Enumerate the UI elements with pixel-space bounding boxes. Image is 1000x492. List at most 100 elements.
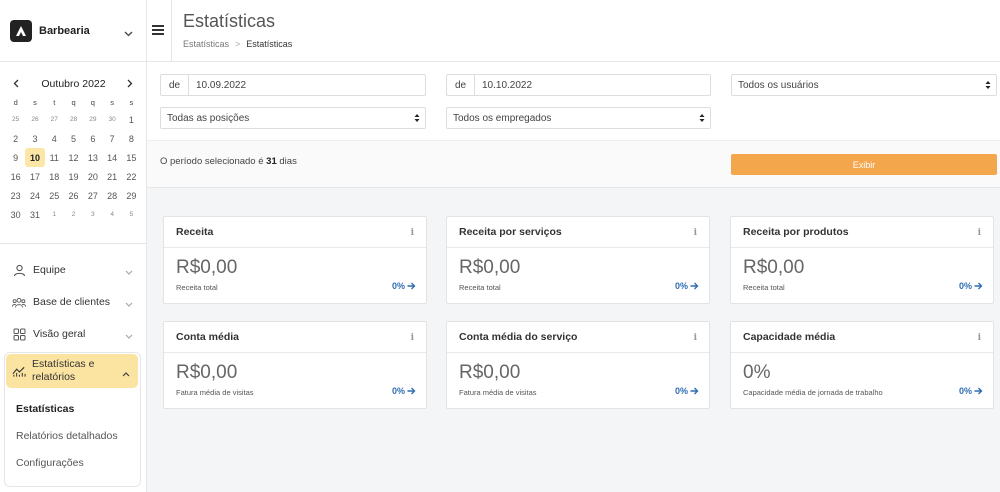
calendar-day[interactable]: 16 bbox=[6, 167, 25, 186]
calendar-day[interactable]: 3 bbox=[25, 129, 44, 148]
calendar-day[interactable]: 28 bbox=[102, 186, 121, 205]
calendar-month-label: Outubro 2022 bbox=[41, 78, 106, 90]
employees-select[interactable]: Todos os empregados bbox=[446, 107, 711, 129]
calendar-day[interactable]: 2 bbox=[64, 205, 83, 224]
info-icon[interactable]: i bbox=[411, 228, 414, 238]
calendar-day[interactable]: 13 bbox=[83, 148, 102, 167]
calendar-day[interactable]: 27 bbox=[83, 186, 102, 205]
calendar-day[interactable]: 31 bbox=[25, 205, 44, 224]
stat-card-title: Conta média bbox=[164, 322, 426, 353]
calendar-day[interactable]: 2 bbox=[6, 129, 25, 148]
calendar-day[interactable]: 17 bbox=[25, 167, 44, 186]
calendar-day[interactable]: 30 bbox=[102, 110, 121, 129]
calendar-day[interactable]: 25 bbox=[6, 110, 25, 129]
calendar-day[interactable]: 28 bbox=[64, 110, 83, 129]
calendar-day[interactable]: 1 bbox=[122, 110, 141, 129]
stat-card: Conta média i R$0,00 Fatura média de visita… bbox=[163, 321, 427, 409]
calendar-day[interactable]: 3 bbox=[83, 205, 102, 224]
nav-item-overview[interactable]: Visão geral bbox=[0, 318, 147, 350]
breadcrumb-item[interactable]: Estatísticas bbox=[183, 39, 229, 49]
users-select[interactable]: Todos os usuários bbox=[731, 74, 997, 96]
stat-card-change-link[interactable]: 0% bbox=[675, 281, 699, 291]
date-from-prefix: de bbox=[161, 75, 189, 95]
positions-select[interactable]: Todas as posições bbox=[160, 107, 426, 129]
stat-card: Capacidade média i 0% Capacidade média de j… bbox=[730, 321, 994, 409]
subnav-settings[interactable]: Configurações bbox=[16, 457, 84, 469]
calendar-day[interactable]: 20 bbox=[83, 167, 102, 186]
calendar-day[interactable]: 30 bbox=[6, 205, 25, 224]
subnav-detailed-reports[interactable]: Relatórios detalhados bbox=[16, 430, 118, 442]
stat-card: Receita por serviços i R$0,00 Receita total… bbox=[446, 216, 710, 304]
info-icon[interactable]: i bbox=[694, 228, 697, 238]
calendar-day[interactable]: 11 bbox=[45, 148, 64, 167]
chevron-down-icon bbox=[125, 266, 133, 278]
calendar-day[interactable]: 14 bbox=[102, 148, 121, 167]
calendar-day[interactable]: 21 bbox=[102, 167, 121, 186]
calendar-day[interactable]: 5 bbox=[64, 129, 83, 148]
select-arrows-icon bbox=[414, 113, 420, 126]
calendar-day[interactable]: 22 bbox=[122, 167, 141, 186]
calendar-day[interactable]: 29 bbox=[83, 110, 102, 129]
stat-card-value: R$0,00 bbox=[459, 257, 521, 278]
stat-card: Receita por produtos i R$0,00 Receita total… bbox=[730, 216, 994, 304]
weekday-label: s bbox=[129, 97, 134, 107]
stat-card-value: R$0,00 bbox=[459, 362, 521, 383]
stat-card-change-link[interactable]: 0% bbox=[675, 386, 699, 396]
calendar-day-today[interactable]: 10 bbox=[25, 148, 45, 167]
calendar-day[interactable]: 15 bbox=[122, 148, 141, 167]
date-to-prefix: de bbox=[447, 75, 475, 95]
date-from-field[interactable]: de 10.09.2022 bbox=[160, 74, 426, 96]
nav-item-clients[interactable]: Base de clientes bbox=[0, 286, 147, 318]
arrow-right-icon bbox=[407, 282, 416, 290]
topbar: Estatísticas Estatísticas > Estatísticas bbox=[147, 0, 1000, 62]
stat-card-change-link[interactable]: 0% bbox=[959, 386, 983, 396]
calendar-day[interactable]: 23 bbox=[6, 186, 25, 205]
calendar-day[interactable]: 27 bbox=[45, 110, 64, 129]
weekday-label: d bbox=[13, 97, 18, 107]
calendar-day[interactable]: 6 bbox=[83, 129, 102, 148]
subnav-statistics[interactable]: Estatísticas bbox=[16, 403, 74, 415]
calendar-day[interactable]: 4 bbox=[45, 129, 64, 148]
info-icon[interactable]: i bbox=[411, 333, 414, 343]
calendar-day[interactable]: 8 bbox=[122, 129, 141, 148]
info-icon[interactable]: i bbox=[978, 333, 981, 343]
date-to-field[interactable]: de 10.10.2022 bbox=[446, 74, 711, 96]
info-icon[interactable]: i bbox=[694, 333, 697, 343]
users-select-value: Todos os usuários bbox=[738, 79, 819, 91]
nav-item-statistics-reports[interactable]: Estatísticas e relatórios bbox=[6, 354, 138, 388]
positions-select-value: Todas as posições bbox=[167, 112, 250, 124]
calendar-day[interactable]: 18 bbox=[45, 167, 64, 186]
brand-name: Barbearia bbox=[39, 24, 90, 37]
calendar-day[interactable]: 26 bbox=[64, 186, 83, 205]
breadcrumb: Estatísticas > Estatísticas bbox=[183, 39, 292, 49]
calendar-day[interactable]: 25 bbox=[45, 186, 64, 205]
nav-item-equipe[interactable]: Equipe bbox=[0, 254, 147, 286]
weekday-label: s bbox=[33, 97, 37, 107]
calendar-day[interactable]: 29 bbox=[122, 186, 141, 205]
brand-switcher[interactable]: Barbearia bbox=[0, 0, 147, 62]
stat-card-title: Capacidade média bbox=[731, 322, 993, 353]
weekday-label: q bbox=[90, 97, 95, 107]
stat-card-change-link[interactable]: 0% bbox=[392, 386, 416, 396]
calendar-day[interactable]: 19 bbox=[64, 167, 83, 186]
calendar-day[interactable]: 7 bbox=[102, 129, 121, 148]
stat-card-change-link[interactable]: 0% bbox=[392, 281, 416, 291]
stat-card-title: Receita por serviços bbox=[447, 217, 709, 248]
chevron-right-icon[interactable] bbox=[127, 79, 133, 91]
show-button[interactable]: Exibir bbox=[731, 154, 997, 175]
stat-card: Conta média do serviço i R$0,00 Fatura médi… bbox=[446, 321, 710, 409]
calendar-day[interactable]: 5 bbox=[122, 205, 141, 224]
calendar-day[interactable]: 4 bbox=[102, 205, 121, 224]
weekday-label: q bbox=[71, 97, 76, 107]
calendar-day[interactable]: 1 bbox=[45, 205, 64, 224]
info-icon[interactable]: i bbox=[978, 228, 981, 238]
arrow-right-icon bbox=[974, 282, 983, 290]
calendar-day[interactable]: 24 bbox=[25, 186, 44, 205]
chevron-left-icon[interactable] bbox=[13, 79, 19, 91]
stat-card-change-link[interactable]: 0% bbox=[959, 281, 983, 291]
period-summary: O período selecionado é 31 dias bbox=[160, 156, 297, 167]
calendar-day[interactable]: 26 bbox=[25, 110, 44, 129]
menu-icon[interactable] bbox=[152, 24, 164, 36]
calendar-day[interactable]: 9 bbox=[6, 148, 25, 167]
calendar-day[interactable]: 12 bbox=[64, 148, 83, 167]
